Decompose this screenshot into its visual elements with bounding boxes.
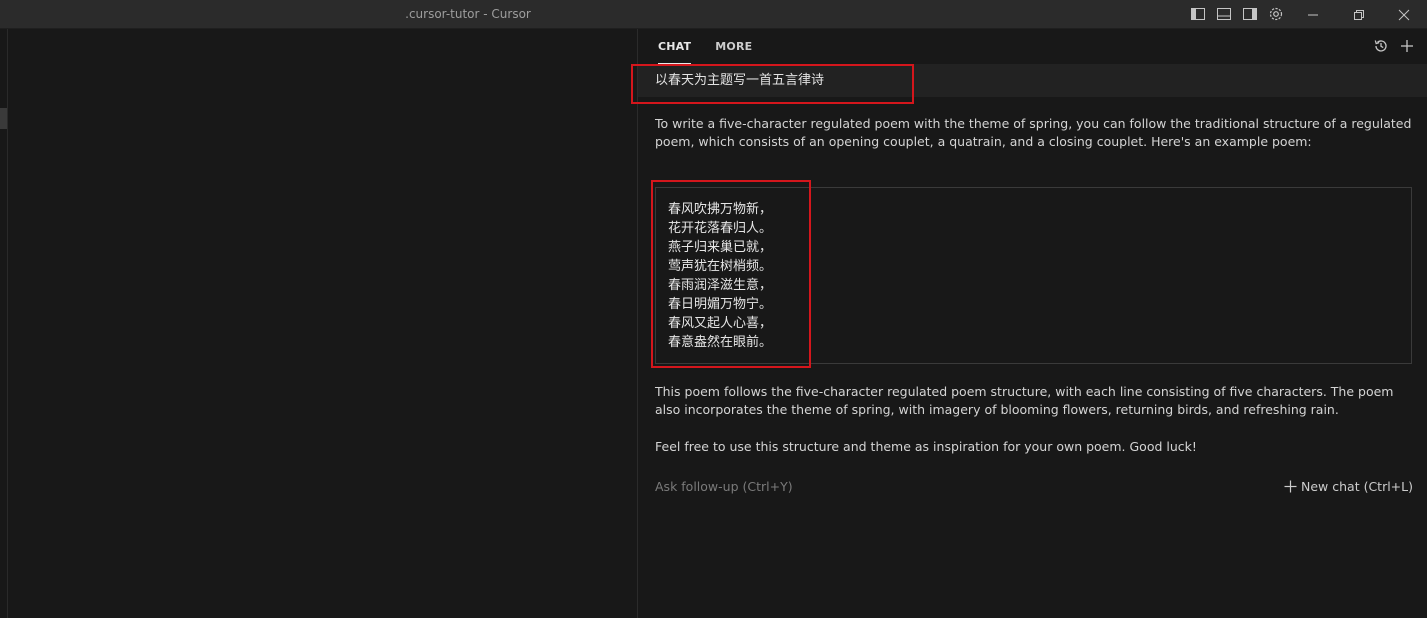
scroll-marker: [0, 108, 7, 129]
highlight-box-prompt: [631, 64, 914, 104]
editor-area[interactable]: [0, 29, 637, 618]
response-explanation: This poem follows the five-character reg…: [655, 384, 1394, 417]
restore-icon[interactable]: [1336, 0, 1382, 29]
tab-chat[interactable]: CHAT: [658, 29, 692, 64]
history-icon[interactable]: [1373, 38, 1389, 54]
gear-icon[interactable]: [1268, 6, 1284, 22]
highlight-box-poem: [651, 180, 811, 368]
new-chat-label: New chat (Ctrl+L): [1301, 479, 1413, 494]
plus-icon[interactable]: [1399, 38, 1415, 54]
plus-icon: [1284, 480, 1297, 493]
panel-actions: [1373, 38, 1415, 54]
panel-tabs: CHAT MORE: [658, 29, 752, 64]
title-bar: .cursor-tutor - Cursor: [0, 0, 1427, 29]
sidebar-left-icon[interactable]: [1190, 6, 1206, 22]
response-closing: Feel free to use this structure and them…: [655, 439, 1197, 454]
followup-input[interactable]: Ask follow-up (Ctrl+Y): [655, 479, 793, 494]
panel-bottom-icon[interactable]: [1216, 6, 1232, 22]
window-title: .cursor-tutor - Cursor: [405, 7, 531, 21]
tab-more[interactable]: MORE: [715, 29, 752, 63]
new-chat-button[interactable]: New chat (Ctrl+L): [1284, 479, 1413, 494]
close-icon[interactable]: [1381, 0, 1427, 29]
chat-panel: CHAT MORE 以春天为主题写一首五言律诗 To write a five-…: [631, 29, 1427, 618]
response-intro: To write a five-character regulated poem…: [655, 116, 1412, 149]
minimize-icon[interactable]: [1290, 0, 1336, 29]
sidebar-right-icon[interactable]: [1242, 6, 1258, 22]
